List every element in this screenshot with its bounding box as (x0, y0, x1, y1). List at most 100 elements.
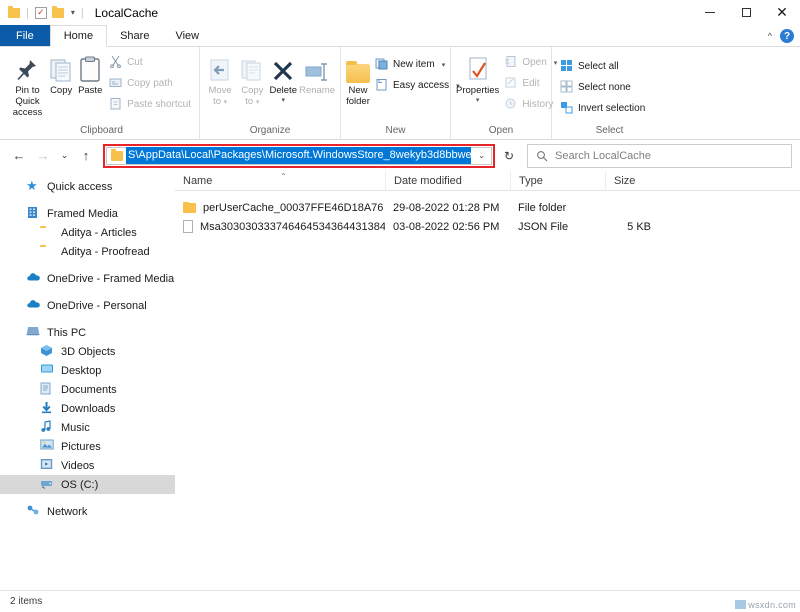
title-bar: | ✓ ▾ | LocalCache ✕ (0, 0, 800, 25)
sidebar-item-os-c[interactable]: OS (C:) (0, 475, 175, 494)
cloud-icon (26, 298, 41, 313)
column-header-type[interactable]: Type (510, 171, 605, 191)
sidebar-item-3d-objects[interactable]: 3D Objects (0, 342, 175, 361)
forward-button[interactable]: → (32, 144, 54, 168)
folder-icon (40, 244, 55, 259)
address-bar[interactable]: S\AppData\Local\Packages\Microsoft.Windo… (106, 147, 492, 165)
sidebar-item-downloads[interactable]: Downloads (0, 399, 175, 418)
minimize-button[interactable] (692, 0, 728, 25)
search-box[interactable]: Search LocalCache (527, 144, 792, 168)
move-to-button[interactable]: Move to ▾ (205, 50, 235, 108)
select-all-label: Select all (578, 61, 619, 72)
chevron-down-icon[interactable]: ▾ (281, 97, 285, 105)
tab-view[interactable]: View (162, 25, 212, 46)
sidebar-item-label: Network (47, 506, 87, 518)
column-header-date-modified[interactable]: Date modified (385, 171, 510, 191)
search-icon (536, 150, 548, 162)
paste-shortcut-button[interactable]: Paste shortcut (106, 96, 194, 113)
copy-button[interactable]: Copy (48, 50, 74, 97)
3d-objects-icon (40, 344, 55, 359)
sidebar-item-desktop[interactable]: Desktop (0, 361, 175, 380)
sidebar-item-quick-access[interactable]: ★ Quick access (0, 177, 175, 196)
table-row[interactable]: perUserCache_00037FFE46D18A76 29-08-2022… (175, 198, 800, 217)
properties-button[interactable]: Properties ▾ (456, 50, 499, 105)
file-name-cell[interactable]: perUserCache_00037FFE46D18A76 (175, 202, 385, 214)
cloud-icon (26, 271, 41, 286)
copy-label: Copy (50, 86, 72, 97)
qat-divider: | (26, 7, 29, 19)
folder-icon[interactable] (52, 8, 64, 18)
file-type-cell: File folder (510, 202, 605, 214)
history-icon (504, 97, 517, 113)
invert-selection-icon (560, 101, 573, 117)
back-button[interactable]: ← (8, 144, 30, 168)
chevron-down-icon[interactable]: ⌄ (474, 151, 489, 160)
refresh-button[interactable]: ↻ (497, 144, 521, 168)
folder-icon (40, 225, 55, 240)
sidebar-item-label: OneDrive - Framed Media (47, 273, 174, 285)
sidebar-item-documents[interactable]: Documents (0, 380, 175, 399)
address-input[interactable]: S\AppData\Local\Packages\Microsoft.Windo… (126, 147, 471, 164)
chevron-up-icon[interactable]: ^ (768, 31, 772, 41)
star-icon: ★ (26, 179, 41, 194)
maximize-button[interactable] (728, 0, 764, 25)
sidebar-item-music[interactable]: Music (0, 418, 175, 437)
copy-to-button[interactable]: Copy to ▾ (237, 50, 267, 108)
search-placeholder: Search LocalCache (555, 150, 651, 162)
edit-label: Edit (522, 78, 539, 89)
sidebar-item-videos[interactable]: Videos (0, 456, 175, 475)
copy-to-icon (239, 53, 265, 83)
sidebar-item-aditya-proofread[interactable]: Aditya - Proofread (0, 242, 175, 261)
building-icon (26, 206, 41, 221)
column-header-size[interactable]: Size (605, 171, 665, 191)
open-label: Open (522, 57, 546, 68)
rename-button[interactable]: Rename (299, 50, 335, 97)
close-button[interactable]: ✕ (764, 0, 800, 25)
sidebar-item-this-pc[interactable]: This PC (0, 323, 175, 342)
sidebar-item-framed-media[interactable]: Framed Media (0, 204, 175, 223)
chevron-down-icon[interactable]: ▾ (71, 8, 75, 17)
recent-locations-button[interactable]: ⌄ (56, 144, 73, 168)
tab-share[interactable]: Share (107, 25, 162, 46)
file-name-cell[interactable]: Msa30303033374646453436443138413 7... (175, 220, 385, 233)
pin-to-quick-access-button[interactable]: Pin to Quick access (9, 50, 46, 119)
sidebar-item-onedrive-framed-media[interactable]: OneDrive - Framed Media (0, 269, 175, 288)
sidebar-item-pictures[interactable]: Pictures (0, 437, 175, 456)
up-button[interactable]: ↑ (75, 144, 97, 168)
sidebar-item-aditya-articles[interactable]: Aditya - Articles (0, 223, 175, 242)
new-item-button[interactable]: New item ▾ (372, 56, 463, 73)
new-folder-button[interactable]: New folder (346, 50, 370, 108)
watermark-icon (735, 600, 746, 609)
copy-path-button[interactable]: Copy path (106, 75, 194, 92)
table-row[interactable]: Msa30303033374646453436443138413 7... 03… (175, 217, 800, 236)
folder-icon (183, 203, 196, 213)
quick-access-toolbar[interactable]: | ✓ ▾ | (8, 7, 85, 19)
help-icon[interactable]: ? (780, 29, 794, 43)
easy-access-button[interactable]: Easy access ▾ (372, 77, 463, 94)
sidebar-item-onedrive-personal[interactable]: OneDrive - Personal (0, 296, 175, 315)
tab-home[interactable]: Home (50, 25, 107, 47)
file-type-cell: JSON File (510, 221, 605, 233)
pin-to-quick-access-label: Pin to Quick access (9, 86, 46, 119)
save-icon[interactable]: ✓ (35, 7, 47, 19)
select-none-button[interactable]: Select none (557, 79, 648, 96)
this-pc-icon (26, 325, 41, 340)
ribbon-group-label-new: New (346, 125, 445, 139)
paste-button[interactable]: Paste (76, 50, 104, 97)
cut-button[interactable]: Cut (106, 54, 194, 71)
tab-file[interactable]: File (0, 25, 50, 46)
column-header-name[interactable]: Name ⌃ (175, 171, 385, 191)
main-content: ★ Quick access Framed Media Aditya - Art… (0, 171, 800, 604)
move-to-icon (207, 53, 233, 83)
copy-path-icon (109, 76, 122, 92)
sidebar-item-network[interactable]: Network (0, 502, 175, 521)
file-name-label: perUserCache_00037FFE46D18A76 (203, 202, 383, 214)
chevron-down-icon[interactable]: ▾ (442, 61, 446, 69)
paste-shortcut-icon (109, 97, 122, 113)
select-all-button[interactable]: Select all (557, 58, 648, 75)
invert-selection-button[interactable]: Invert selection (557, 100, 648, 117)
chevron-down-icon[interactable]: ▾ (476, 97, 480, 105)
delete-button[interactable]: Delete ▾ (269, 50, 297, 105)
open-icon (504, 55, 517, 71)
copy-to-label: Copy to ▾ (241, 86, 263, 108)
